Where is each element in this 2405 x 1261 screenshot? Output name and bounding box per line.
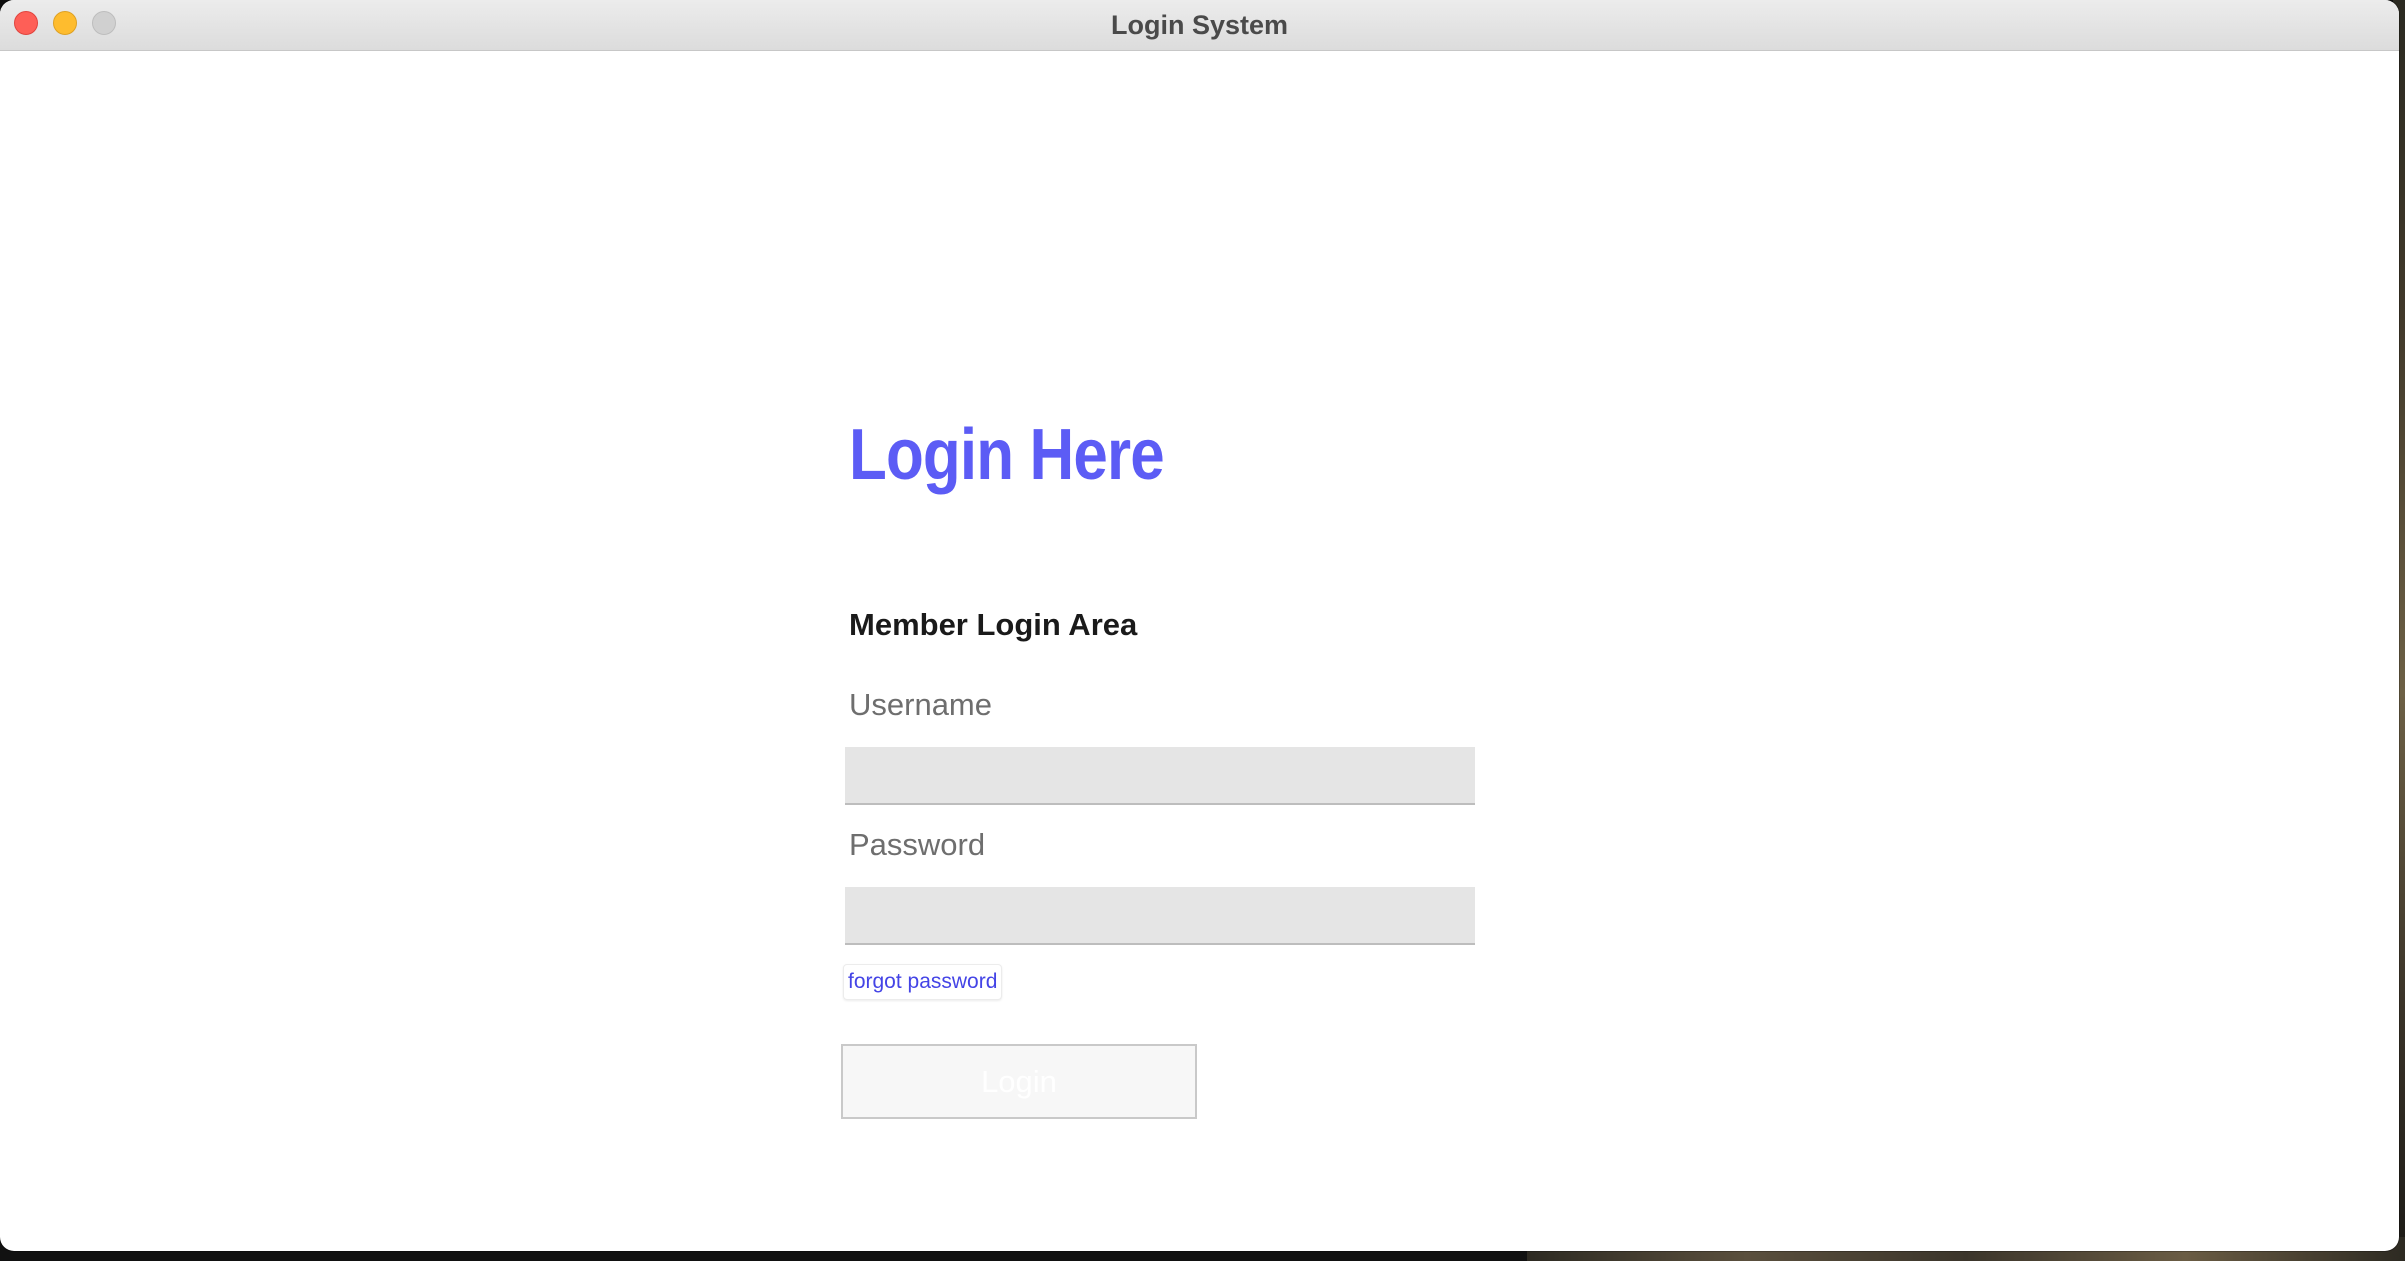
login-window: Login System Login Here Member Login Are…	[0, 0, 2399, 1251]
forgot-password-link[interactable]: forgot password	[843, 964, 1003, 1000]
title-bar[interactable]: Login System	[0, 0, 2399, 51]
password-label: Password	[849, 827, 986, 862]
form-subheading: Member Login Area	[849, 607, 1138, 642]
password-input[interactable]	[845, 887, 1475, 945]
minimize-window-button[interactable]	[53, 11, 77, 35]
window-title: Login System	[1110, 9, 1289, 40]
window-controls	[14, 11, 116, 35]
page-heading: Login Here	[849, 415, 1165, 495]
username-input[interactable]	[845, 747, 1475, 805]
close-window-button[interactable]	[14, 11, 38, 35]
login-form: Login Here Member Login Area Username Pa…	[0, 51, 2399, 1251]
login-button[interactable]: Login	[841, 1044, 1197, 1119]
maximize-window-button[interactable]	[92, 11, 116, 35]
username-label: Username	[849, 687, 992, 722]
